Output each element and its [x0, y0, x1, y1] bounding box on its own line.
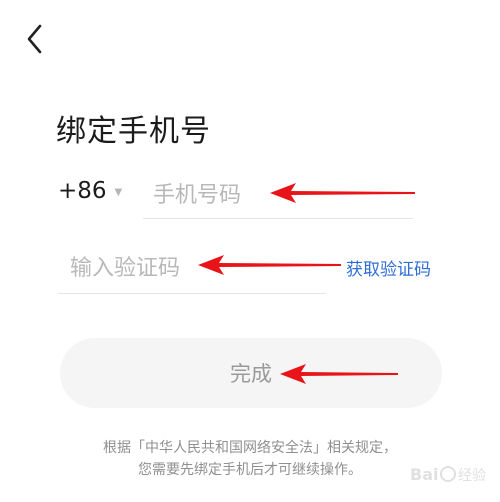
svg-text:Bai: Bai	[410, 465, 438, 484]
get-code-button[interactable]: 获取验证码	[346, 255, 431, 280]
arrow-left-icon	[270, 183, 415, 203]
arrow-left-icon	[280, 364, 398, 384]
country-code-label: +86	[58, 178, 107, 204]
svg-text:经验: 经验	[458, 468, 486, 484]
caret-down-icon: ▼	[114, 186, 123, 198]
chevron-left-icon	[27, 24, 42, 54]
page-title: 绑定手机号	[56, 114, 211, 149]
back-button[interactable]	[20, 22, 50, 56]
baidu-watermark-logo: Bai 经验	[410, 465, 486, 484]
country-code-selector[interactable]: +86 ▼	[58, 178, 122, 204]
arrow-left-icon	[198, 255, 341, 275]
